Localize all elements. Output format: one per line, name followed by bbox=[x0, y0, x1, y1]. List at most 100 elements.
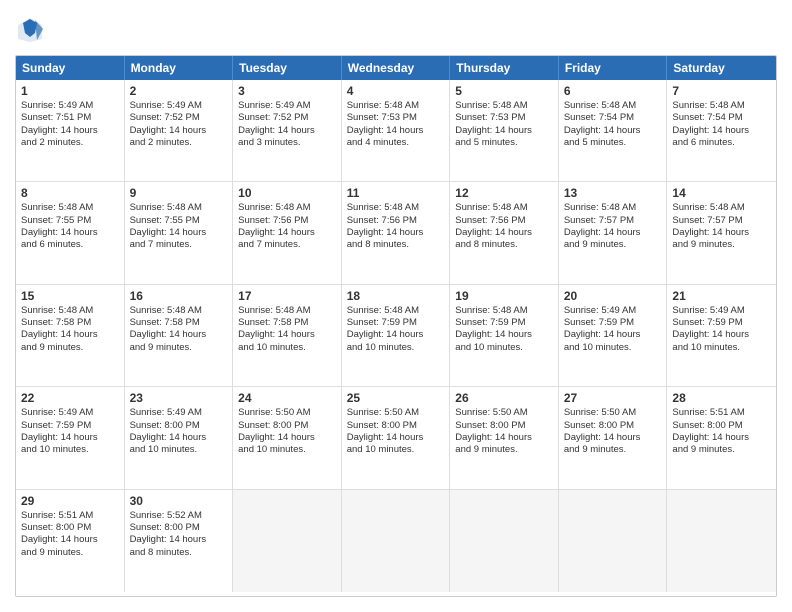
cell-line: Sunset: 7:52 PM bbox=[238, 112, 336, 124]
header-day-monday: Monday bbox=[125, 56, 234, 80]
cell-line: Daylight: 14 hours bbox=[455, 125, 553, 137]
cell-line: Sunset: 7:54 PM bbox=[672, 112, 771, 124]
cell-line: Sunset: 8:00 PM bbox=[455, 420, 553, 432]
cell-line: and 8 minutes. bbox=[130, 547, 228, 559]
cell-line: Daylight: 14 hours bbox=[672, 125, 771, 137]
header-day-saturday: Saturday bbox=[667, 56, 776, 80]
cell-line: Sunset: 7:56 PM bbox=[455, 215, 553, 227]
cell-line: Sunset: 7:59 PM bbox=[564, 317, 662, 329]
calendar-cell: 11Sunrise: 5:48 AMSunset: 7:56 PMDayligh… bbox=[342, 182, 451, 283]
cell-line: Sunrise: 5:51 AM bbox=[21, 510, 119, 522]
cell-line: Daylight: 14 hours bbox=[21, 125, 119, 137]
cell-line: Sunset: 8:00 PM bbox=[130, 522, 228, 534]
day-number: 2 bbox=[130, 84, 228, 98]
cell-line: Daylight: 14 hours bbox=[21, 534, 119, 546]
calendar-cell: 13Sunrise: 5:48 AMSunset: 7:57 PMDayligh… bbox=[559, 182, 668, 283]
cell-line: Sunrise: 5:51 AM bbox=[672, 407, 771, 419]
header-day-sunday: Sunday bbox=[16, 56, 125, 80]
cell-line: Sunrise: 5:48 AM bbox=[21, 202, 119, 214]
cell-line: Daylight: 14 hours bbox=[130, 125, 228, 137]
cell-line: Sunrise: 5:49 AM bbox=[672, 305, 771, 317]
cell-line: Sunset: 7:56 PM bbox=[238, 215, 336, 227]
cell-line: and 3 minutes. bbox=[238, 137, 336, 149]
cell-line: Sunrise: 5:48 AM bbox=[21, 305, 119, 317]
header-day-thursday: Thursday bbox=[450, 56, 559, 80]
cell-line: and 8 minutes. bbox=[455, 239, 553, 251]
cell-line: Sunset: 8:00 PM bbox=[130, 420, 228, 432]
day-number: 23 bbox=[130, 391, 228, 405]
cell-line: Sunset: 7:58 PM bbox=[238, 317, 336, 329]
cell-line: Daylight: 14 hours bbox=[347, 227, 445, 239]
day-number: 15 bbox=[21, 289, 119, 303]
day-number: 17 bbox=[238, 289, 336, 303]
day-number: 16 bbox=[130, 289, 228, 303]
day-number: 3 bbox=[238, 84, 336, 98]
cell-line: Sunset: 8:00 PM bbox=[347, 420, 445, 432]
calendar-cell bbox=[342, 490, 451, 592]
cell-line: and 2 minutes. bbox=[130, 137, 228, 149]
day-number: 28 bbox=[672, 391, 771, 405]
day-number: 9 bbox=[130, 186, 228, 200]
cell-line: and 4 minutes. bbox=[347, 137, 445, 149]
calendar-cell: 5Sunrise: 5:48 AMSunset: 7:53 PMDaylight… bbox=[450, 80, 559, 181]
calendar-cell: 4Sunrise: 5:48 AMSunset: 7:53 PMDaylight… bbox=[342, 80, 451, 181]
cell-line: Sunrise: 5:49 AM bbox=[21, 407, 119, 419]
calendar-cell: 17 Sunrise: 5:48 AMSunset: 7:58 PMDayligh… bbox=[233, 285, 342, 386]
calendar: SundayMondayTuesdayWednesdayThursdayFrid… bbox=[15, 55, 777, 597]
calendar-cell bbox=[559, 490, 668, 592]
cell-line: Daylight: 14 hours bbox=[238, 432, 336, 444]
day-number: 19 bbox=[455, 289, 553, 303]
cell-line: Daylight: 14 hours bbox=[130, 432, 228, 444]
cell-line: and 2 minutes. bbox=[21, 137, 119, 149]
cell-line: Daylight: 14 hours bbox=[564, 125, 662, 137]
cell-line: Sunrise: 5:49 AM bbox=[130, 407, 228, 419]
cell-line: Sunset: 7:59 PM bbox=[347, 317, 445, 329]
calendar-row: 1Sunrise: 5:49 AMSunset: 7:51 PMDaylight… bbox=[16, 80, 776, 182]
cell-line: Sunrise: 5:48 AM bbox=[564, 202, 662, 214]
cell-line: and 8 minutes. bbox=[347, 239, 445, 251]
day-number: 5 bbox=[455, 84, 553, 98]
day-number: 7 bbox=[672, 84, 771, 98]
cell-line: Daylight: 14 hours bbox=[455, 329, 553, 341]
cell-line: Sunset: 7:54 PM bbox=[564, 112, 662, 124]
cell-line: and 9 minutes. bbox=[130, 342, 228, 354]
calendar-cell: 19Sunrise: 5:48 AMSunset: 7:59 PMDayligh… bbox=[450, 285, 559, 386]
cell-line: Daylight: 14 hours bbox=[672, 227, 771, 239]
cell-line: Sunrise: 5:48 AM bbox=[455, 100, 553, 112]
cell-line: and 5 minutes. bbox=[564, 137, 662, 149]
calendar-cell: 25Sunrise: 5:50 AMSunset: 8:00 PMDayligh… bbox=[342, 387, 451, 488]
cell-line: Sunrise: 5:48 AM bbox=[347, 305, 445, 317]
cell-line: Sunrise: 5:49 AM bbox=[21, 100, 119, 112]
day-number: 12 bbox=[455, 186, 553, 200]
calendar-cell: 24Sunrise: 5:50 AMSunset: 8:00 PMDayligh… bbox=[233, 387, 342, 488]
calendar-cell: 16Sunrise: 5:48 AMSunset: 7:58 PMDayligh… bbox=[125, 285, 234, 386]
cell-line: Sunrise: 5:48 AM bbox=[238, 305, 336, 317]
calendar-row: 15Sunrise: 5:48 AMSunset: 7:58 PMDayligh… bbox=[16, 285, 776, 387]
cell-line: Sunrise: 5:48 AM bbox=[130, 305, 228, 317]
header-day-tuesday: Tuesday bbox=[233, 56, 342, 80]
cell-line: Sunrise: 5:48 AM bbox=[564, 100, 662, 112]
cell-line: Daylight: 14 hours bbox=[21, 432, 119, 444]
cell-line: Sunrise: 5:48 AM bbox=[455, 305, 553, 317]
cell-line: Sunset: 8:00 PM bbox=[672, 420, 771, 432]
calendar-cell: 7Sunrise: 5:48 AMSunset: 7:54 PMDaylight… bbox=[667, 80, 776, 181]
cell-line: Daylight: 14 hours bbox=[21, 329, 119, 341]
calendar-cell: 22Sunrise: 5:49 AMSunset: 7:59 PMDayligh… bbox=[16, 387, 125, 488]
calendar-cell bbox=[450, 490, 559, 592]
calendar-cell: 10Sunrise: 5:48 AMSunset: 7:56 PMDayligh… bbox=[233, 182, 342, 283]
cell-line: Sunrise: 5:50 AM bbox=[455, 407, 553, 419]
cell-line: Daylight: 14 hours bbox=[455, 432, 553, 444]
calendar-header: SundayMondayTuesdayWednesdayThursdayFrid… bbox=[16, 56, 776, 80]
cell-line: Daylight: 14 hours bbox=[238, 227, 336, 239]
calendar-cell: 12Sunrise: 5:48 AMSunset: 7:56 PMDayligh… bbox=[450, 182, 559, 283]
cell-line: Sunset: 7:53 PM bbox=[347, 112, 445, 124]
calendar-cell: 8Sunrise: 5:48 AMSunset: 7:55 PMDaylight… bbox=[16, 182, 125, 283]
day-number: 6 bbox=[564, 84, 662, 98]
day-number: 29 bbox=[21, 494, 119, 508]
cell-line: Sunrise: 5:48 AM bbox=[455, 202, 553, 214]
cell-line: and 10 minutes. bbox=[455, 342, 553, 354]
cell-line: Daylight: 14 hours bbox=[238, 125, 336, 137]
calendar-cell: 6 Sunrise: 5:48 AMSunset: 7:54 PMDaylight… bbox=[559, 80, 668, 181]
calendar-cell: 15Sunrise: 5:48 AMSunset: 7:58 PMDayligh… bbox=[16, 285, 125, 386]
cell-line: Daylight: 14 hours bbox=[238, 329, 336, 341]
